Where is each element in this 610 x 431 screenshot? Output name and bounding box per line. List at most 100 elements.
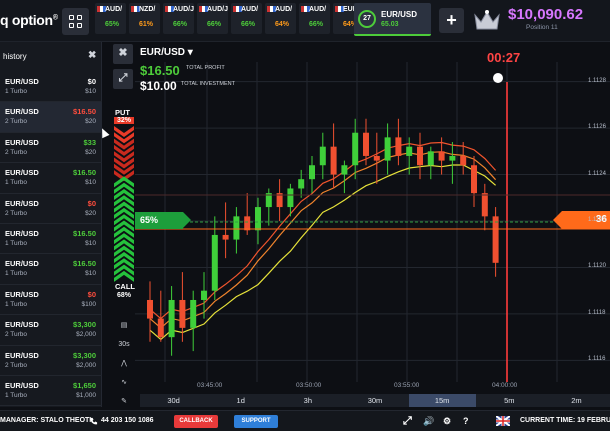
side-tool-button[interactable]: ⋀ [114,354,134,373]
y-tick-label: 1.1124 [588,170,606,177]
uk-flag-icon[interactable] [496,416,510,426]
candle-body [341,165,348,175]
fullscreen-icon[interactable]: ⤢ [403,411,412,431]
timeframe-5m[interactable]: 5m [476,394,543,407]
candle-body [157,318,164,338]
side-tool-button[interactable]: ∿ [114,373,134,392]
position-label: Position 11 [526,24,558,31]
trade-row[interactable]: EUR/USD 2 Turbo $3,300 $2,000 [0,346,102,376]
trade-result: $16.50 [73,168,96,178]
candle-body [481,193,488,217]
trade-row[interactable]: EUR/USD 1 Turbo $16.50 $10 [0,163,102,194]
asset-tab[interactable]: AUD/J 66% [197,3,228,34]
asset-tab-payout: 65% [105,21,120,28]
timeframe-30d[interactable]: 30d [140,394,207,407]
trade-investment: $10 [85,88,96,95]
y-tick-label: 1.1128 [588,77,606,84]
candle-body [363,132,369,156]
trade-type: 2 Turbo [5,361,28,369]
settings-icon[interactable]: ⚙ [443,411,451,431]
side-tool-button[interactable]: ▤ [114,316,134,335]
candle-body [179,299,186,328]
add-asset-button[interactable]: + [439,8,464,33]
asset-tab[interactable]: NZD/61% [129,3,160,34]
expand-icon[interactable]: ⤢ [113,69,133,89]
trade-type: 1 Turbo [5,179,28,187]
trade-result: $1,650 [73,380,96,390]
candle-body [147,299,153,319]
trade-pair: EUR/USD [5,198,39,208]
candle-body [384,137,391,161]
trade-type: 1 Turbo [5,391,28,399]
total-profit-label: TOTAL PROFIT [186,65,225,71]
asset-tab-name: AUD/J [207,6,228,13]
trade-row[interactable]: EUR/USD 1 Turbo $16.50 $10 [0,254,102,285]
trade-pair: EUR/USD [5,350,39,360]
timeframe-15m[interactable]: 15m [408,394,476,407]
trade-row[interactable]: EUR/USD 2 Turbo $16.50 $20 [0,102,102,133]
candle-body [471,165,477,194]
asset-tab[interactable]: AUD/J 66% [163,3,194,34]
asset-tab-name: NZD/ [139,6,156,13]
asset-tab[interactable]: AUD/66% [299,3,330,34]
expiry-clock-icon [493,73,503,83]
timeframe-3h[interactable]: 3h [274,394,341,407]
candle-body [309,165,315,180]
manager-name: MANAGER: STALO THEOTI [0,417,92,424]
trade-investment: $1,000 [76,391,96,399]
trade-type: 2 Turbo [5,209,28,217]
trade-result: $33 [83,137,96,147]
asset-tab[interactable]: AUD/64% [265,3,296,34]
trade-row[interactable]: EUR/USD 2 Turbo $0 $20 [0,194,102,224]
support-button[interactable]: SUPPORT [234,415,278,428]
close-chart-button[interactable]: ✖ [113,44,133,64]
candle-body [168,299,175,338]
trade-result: $0 [87,198,96,208]
trade-row[interactable]: EUR/USD 1 Turbo $16.50 $10 [0,224,102,255]
side-tool-button[interactable]: 30s [114,335,134,354]
account-balance[interactable]: $10,090.62 [508,6,583,23]
trade-row[interactable]: EUR/USD 1 Turbo $0 $100 [0,285,102,316]
timeframe-1d[interactable]: 1d [207,394,274,407]
trade-investment: $10 [85,270,96,278]
asset-tab[interactable]: AUD/66% [231,3,262,34]
trade-row[interactable]: EUR/USD 2 Turbo $3,300 $2,000 [0,315,102,346]
trade-row[interactable]: EUR/USD 2 Turbo $33 $20 [0,133,102,164]
grid-menu-button[interactable] [62,8,89,35]
asset-tab[interactable]: AUD/65% [95,3,126,34]
help-icon[interactable]: ? [463,411,469,431]
trade-row[interactable]: EUR/USD 1 Turbo $0 $10 [0,72,102,103]
timeframe-2m[interactable]: 2m [543,394,610,407]
total-investment-value: $10.00 [140,79,177,93]
candle-body [222,234,229,240]
callback-button[interactable]: CALLBACK [174,415,218,428]
candle-body [417,146,423,166]
manager-phone[interactable]: 44 203 150 1086 [101,411,154,431]
crown-icon[interactable] [472,7,502,35]
candle-body [373,155,380,161]
chart-tools: ✖ ⤢ [113,44,135,94]
candle-body [233,216,240,240]
asset-tab-payout: 66% [207,21,222,28]
call-percent: 68% [116,292,131,299]
sound-icon[interactable]: 🔊 [423,411,434,431]
candle-body [190,299,197,328]
candle-body [460,155,467,166]
timeframe-30m[interactable]: 30m [341,394,408,407]
trade-row[interactable]: EUR/USD 1 Turbo $1,650 $1,000 [0,376,102,407]
chart-pair-selector[interactable]: EUR/USD ▾ [140,47,193,58]
side-tool-button[interactable]: ✎ [114,392,134,411]
y-tick-label: 1.1120 [588,263,606,270]
bottom-bar: MANAGER: STALO THEOTI 44 203 150 1086 CA… [0,410,610,431]
trade-result: $0 [87,77,96,86]
price-chart[interactable] [135,42,610,394]
trade-type: 1 Turbo [5,88,28,95]
sidebar-title: history [3,52,27,61]
active-asset-tab[interactable]: 27 EUR/USD 65.03 [354,3,431,36]
y-tick-label: 1.1126 [588,124,606,131]
asset-tab-payout: 64% [275,21,290,28]
asset-tab-name: AUD/ [241,6,259,13]
close-icon[interactable]: ✖ [88,50,96,61]
trade-investment: $10 [85,239,96,247]
logo[interactable]: q option® [0,12,58,28]
